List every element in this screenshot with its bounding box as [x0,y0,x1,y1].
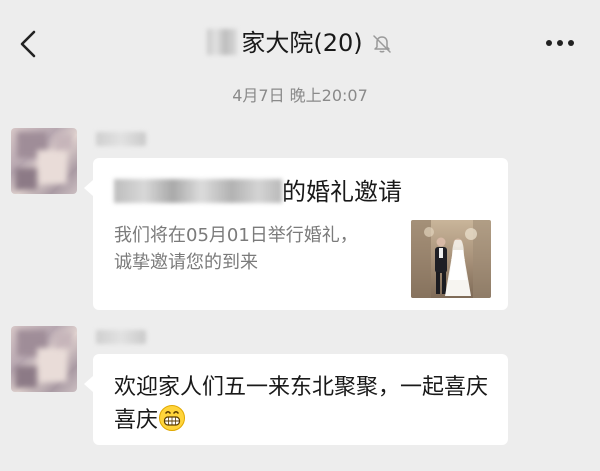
sender-name-blurred [96,330,146,344]
blurred-names [114,179,282,203]
wedding-photo [411,220,491,298]
chat-title: 家大院(20) [0,26,600,60]
card-title: 的婚礼邀请 [114,176,402,208]
card-description: 我们将在05月01日举行婚礼，诚挚邀请您的到来 [114,225,358,273]
invitation-card[interactable]: 的婚礼邀请 我们将在05月01日举行婚礼，诚挚邀请您的到来 [84,158,508,310]
chat-header: 家大院(20) [0,0,600,86]
card-title-text: 的婚礼邀请 [282,178,402,206]
avatar[interactable] [11,326,77,392]
grinning-face-emoji [159,405,186,431]
message-timestamp: 4月7日 晚上20:07 [232,86,368,105]
bell-muted-icon [372,35,391,53]
sender-name-blurred [96,132,146,146]
message-text: 欢迎家人们五一来东北聚聚，一起喜庆喜庆 [114,372,494,437]
wedding-photo-thumbnail [411,220,491,298]
blurred-name-prefix [207,29,238,55]
avatar[interactable] [11,128,77,194]
text-message-bubble[interactable]: 欢迎家人们五一来东北聚聚，一起喜庆喜庆 [84,354,508,445]
chat-title-text: 家大院(20) [241,29,363,57]
more-options-button[interactable] [542,36,578,50]
